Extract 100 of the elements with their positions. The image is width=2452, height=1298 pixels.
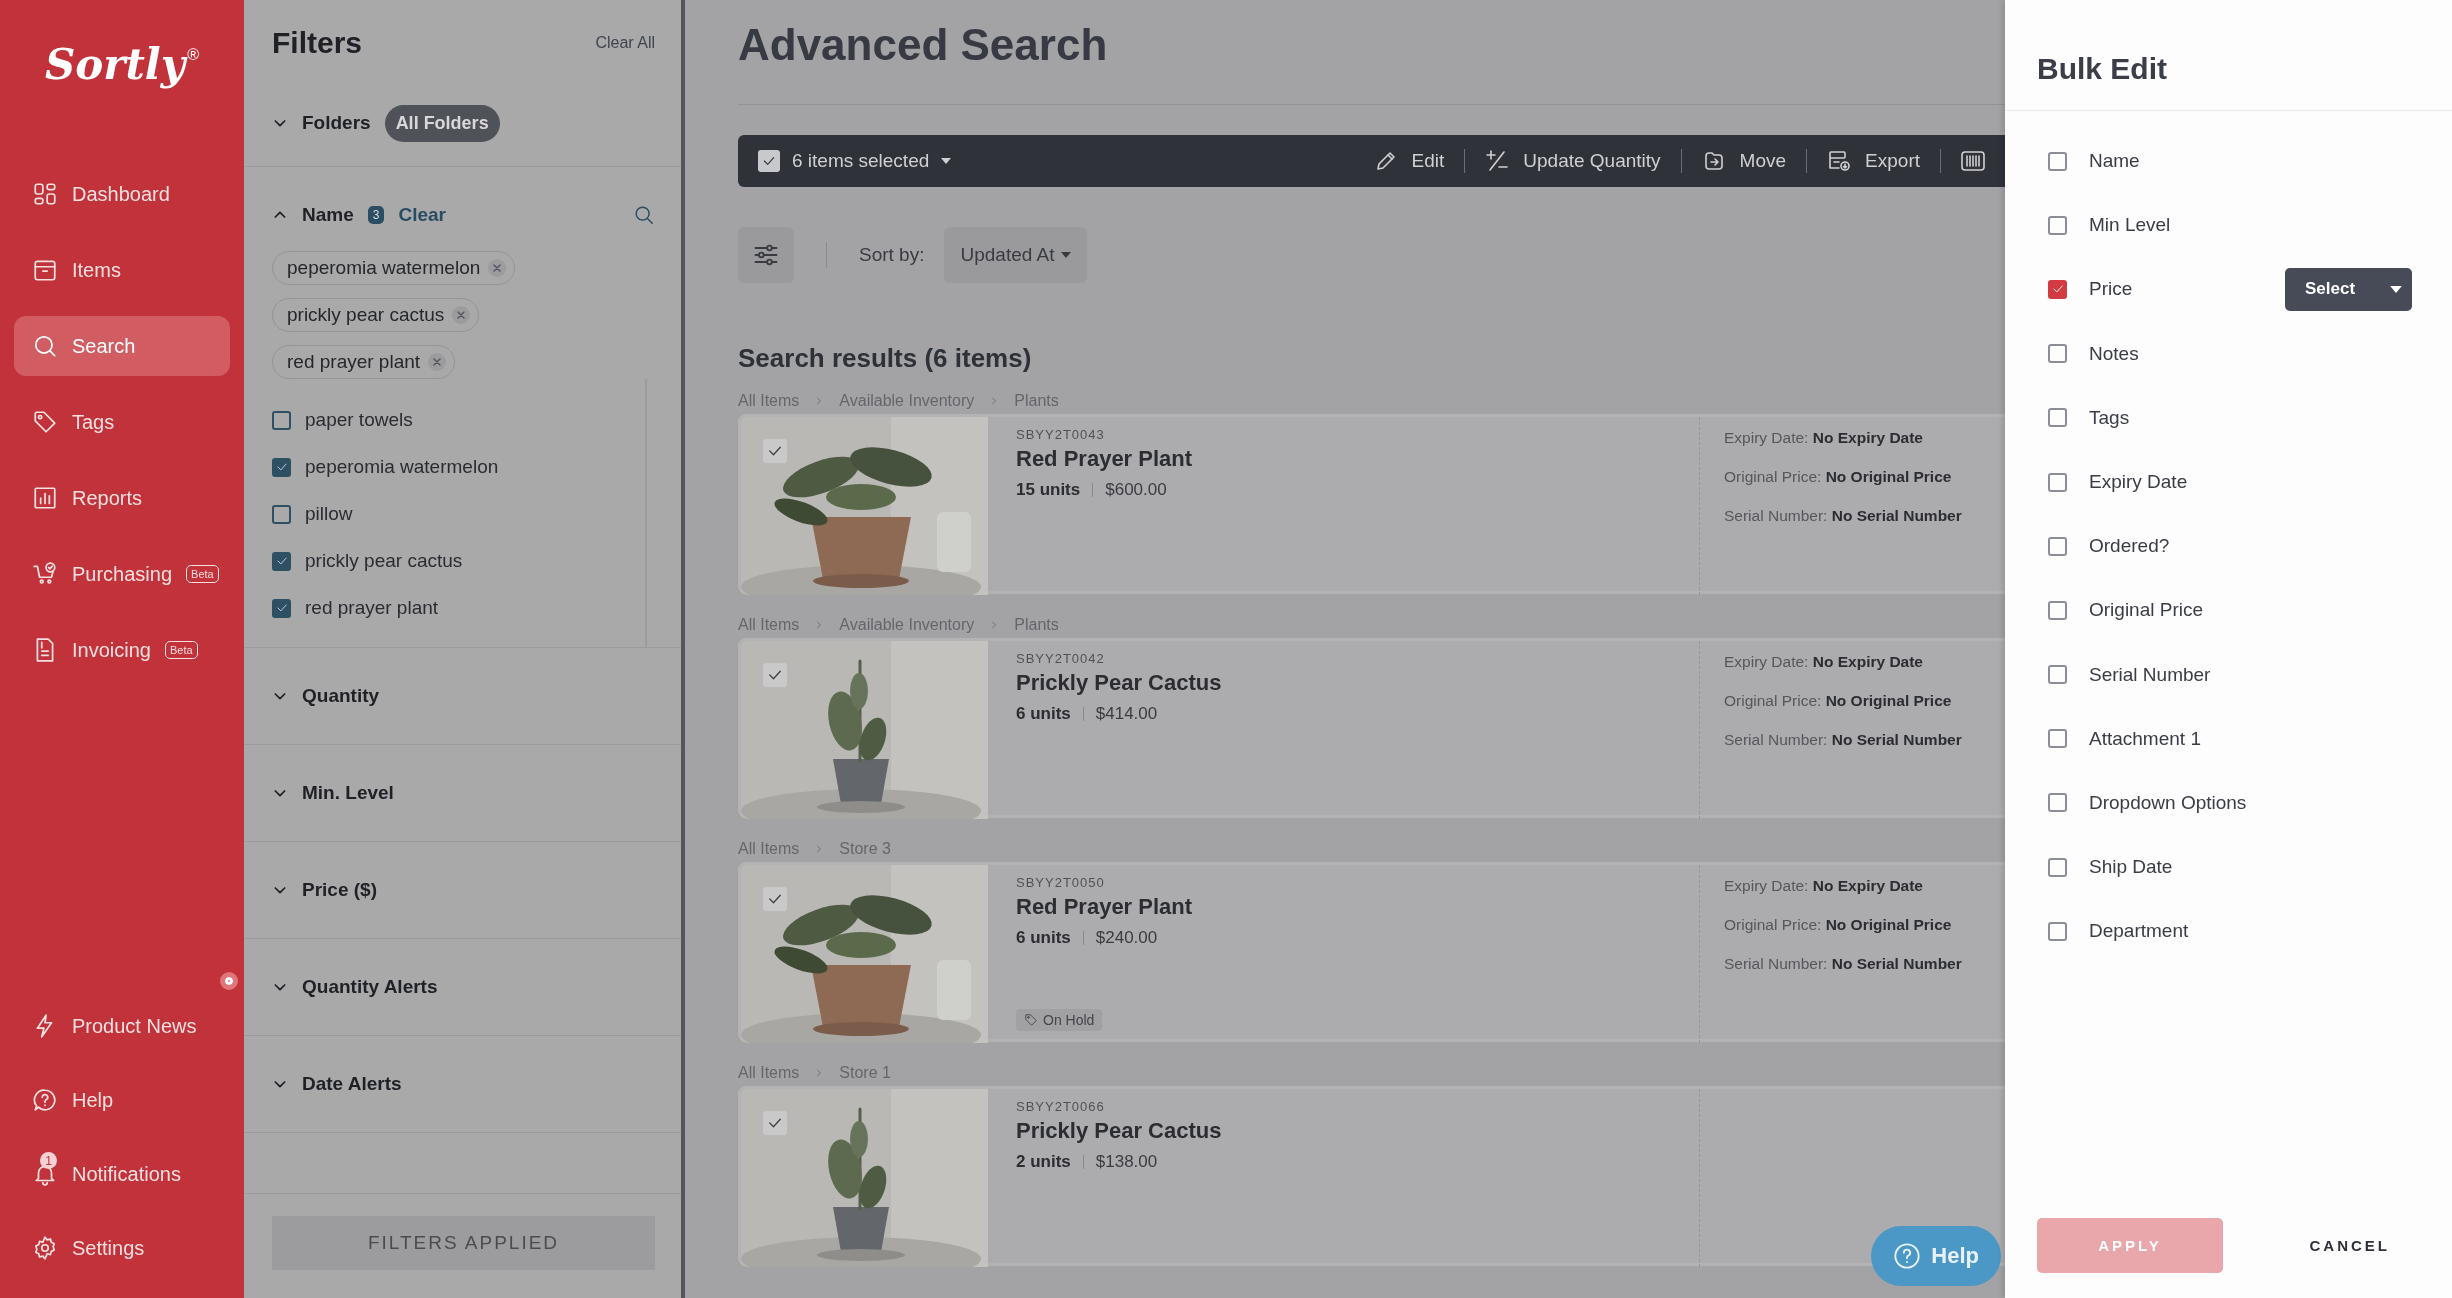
- checkbox[interactable]: [2048, 600, 2067, 620]
- field-label: Ship Date: [2089, 856, 2173, 879]
- field-label: Original Price: [2089, 599, 2204, 622]
- notification-count: 1: [40, 1152, 57, 1169]
- toolbar-action[interactable]: Update Quantity: [1465, 149, 1682, 173]
- checkbox[interactable]: [272, 551, 291, 571]
- checkbox[interactable]: [2048, 729, 2067, 749]
- field-label: Name: [2089, 150, 2140, 173]
- sort-dropdown[interactable]: Updated At: [944, 227, 1087, 283]
- breadcrumb-link[interactable]: Store 1: [839, 1064, 891, 1082]
- nav-item[interactable]: Invoicing Beta: [14, 620, 230, 680]
- checkbox[interactable]: [2048, 921, 2067, 941]
- field-value: No Serial Number: [1831, 507, 1962, 524]
- field-label: Tags: [2089, 406, 2130, 429]
- breadcrumb-link[interactable]: Available Inventory: [839, 616, 975, 634]
- item-code: SBYY2T0050: [1016, 875, 1106, 890]
- nav-label: Product News: [72, 1014, 197, 1038]
- breadcrumb-link[interactable]: All Items: [738, 616, 800, 634]
- item-name: Prickly Pear Cactus: [1016, 670, 1223, 696]
- nav-item[interactable]: Items: [14, 240, 230, 300]
- caret-icon: [941, 158, 952, 164]
- checkbox[interactable]: [2048, 857, 2067, 877]
- nav-label: Purchasing: [72, 562, 173, 586]
- checkbox[interactable]: [2048, 536, 2067, 556]
- toolbar-action[interactable]: Edit: [1353, 149, 1466, 173]
- nav-item[interactable]: Tags: [14, 392, 230, 452]
- option-label: pillow: [305, 503, 353, 525]
- item-price: $414.00: [1095, 704, 1158, 724]
- field-label: Original Price:: [1724, 916, 1822, 933]
- field-label: Department: [2089, 920, 2189, 943]
- breadcrumb-link[interactable]: Plants: [1014, 616, 1059, 634]
- nav-item[interactable]: Product News: [14, 996, 230, 1056]
- breadcrumb-link[interactable]: All Items: [738, 840, 800, 858]
- checkbox[interactable]: [763, 1111, 787, 1135]
- checkbox[interactable]: [2048, 344, 2067, 364]
- breadcrumb-link[interactable]: All Items: [738, 392, 800, 410]
- selection-count: 6 items selected: [792, 150, 930, 172]
- breadcrumb-link[interactable]: Plants: [1014, 392, 1059, 410]
- checkbox[interactable]: [2048, 665, 2067, 685]
- nav-item[interactable]: Help: [14, 1070, 230, 1130]
- cart-icon: [32, 561, 58, 587]
- breadcrumb-link[interactable]: Store 3: [839, 840, 891, 858]
- breadcrumb-link[interactable]: All Items: [738, 1064, 800, 1082]
- nav-item[interactable]: Search: [14, 316, 230, 376]
- barcode-icon: [1961, 150, 1985, 172]
- checkbox[interactable]: [2048, 408, 2067, 428]
- search-icon[interactable]: [633, 204, 655, 226]
- action-label: Move: [1739, 150, 1787, 172]
- field-label: Serial Number:: [1724, 955, 1828, 972]
- field-label: Dropdown Options: [2089, 791, 2247, 814]
- beta-badge: Beta: [164, 641, 198, 659]
- action-label: Edit: [1411, 150, 1445, 172]
- field-label: Expiry Date:: [1724, 429, 1809, 446]
- checkbox[interactable]: [2048, 279, 2067, 299]
- toolbar-action[interactable]: Export: [1807, 149, 1941, 173]
- nav-label: Items: [72, 258, 121, 282]
- item-card[interactable]: SBYY2T0043 Red Prayer Plant 15 units $600.00 Expiry Date: No Expiry Date Original Price: No Original Price Serial Number: No Serial Number: [738, 414, 2005, 594]
- checkbox[interactable]: [758, 150, 780, 172]
- checkbox[interactable]: [2048, 215, 2067, 235]
- breadcrumb-link[interactable]: Available Inventory: [839, 392, 975, 410]
- tag-icon: [1024, 1013, 1038, 1027]
- checkbox[interactable]: [763, 663, 787, 687]
- item-price: $240.00: [1095, 928, 1158, 948]
- help-icon: [32, 1087, 58, 1113]
- field-value: No Expiry Date: [1812, 877, 1923, 894]
- checkbox[interactable]: [272, 504, 291, 524]
- checkbox[interactable]: [763, 887, 787, 911]
- help-button[interactable]: Help: [1871, 1226, 2001, 1286]
- item-card[interactable]: SBYY2T0050 Red Prayer Plant 6 units $240.00 On Hold Expiry Date: No Expiry Date Original Price: No Original Price Serial Number: No Serial Number: [738, 862, 2005, 1042]
- filter-toggle-button[interactable]: [738, 227, 794, 283]
- select-dropdown[interactable]: Select: [2285, 267, 2412, 311]
- nav-item[interactable]: Settings: [14, 1218, 230, 1278]
- nav-item[interactable]: Purchasing Beta: [14, 544, 230, 604]
- tag-icon: [32, 409, 58, 435]
- caret-icon: [2390, 285, 2402, 293]
- item-code: SBYY2T0042: [1016, 651, 1106, 666]
- checkbox[interactable]: [272, 410, 291, 430]
- filters-applied-button[interactable]: FILTERS APPLIED: [272, 1216, 655, 1270]
- checkbox[interactable]: [2048, 151, 2067, 171]
- folder-chip[interactable]: All Folders: [384, 104, 500, 142]
- cancel-button[interactable]: CANCEL: [2303, 1236, 2396, 1255]
- nav-item[interactable]: Dashboard: [14, 164, 230, 224]
- chip-label: peperomia watermelon: [287, 257, 481, 279]
- question-icon: [1893, 1242, 1922, 1270]
- checkbox[interactable]: [763, 439, 787, 463]
- item-card[interactable]: SBYY2T0042 Prickly Pear Cactus 6 units $414.00 Expiry Date: No Expiry Date Original Price: No Original Price Serial Number: No Serial Number: [738, 638, 2005, 818]
- toolbar-action[interactable]: Move: [1681, 149, 1808, 173]
- item-name: Prickly Pear Cactus: [1016, 1118, 1223, 1144]
- chip-label: red prayer plant: [287, 351, 421, 373]
- beta-badge: Beta: [186, 565, 219, 583]
- nav-item[interactable]: 1 Notifications: [14, 1144, 230, 1204]
- clear-link[interactable]: Clear: [398, 204, 446, 226]
- nav-item[interactable]: Reports: [14, 468, 230, 528]
- field-label: Expiry Date: [2089, 471, 2188, 494]
- checkbox[interactable]: [272, 598, 291, 618]
- checkbox[interactable]: [2048, 793, 2067, 813]
- checkbox[interactable]: [2048, 472, 2067, 492]
- checkbox[interactable]: [272, 457, 291, 477]
- clear-all-link[interactable]: Clear All: [595, 34, 655, 52]
- item-quantity: 6 units: [1016, 928, 1071, 948]
